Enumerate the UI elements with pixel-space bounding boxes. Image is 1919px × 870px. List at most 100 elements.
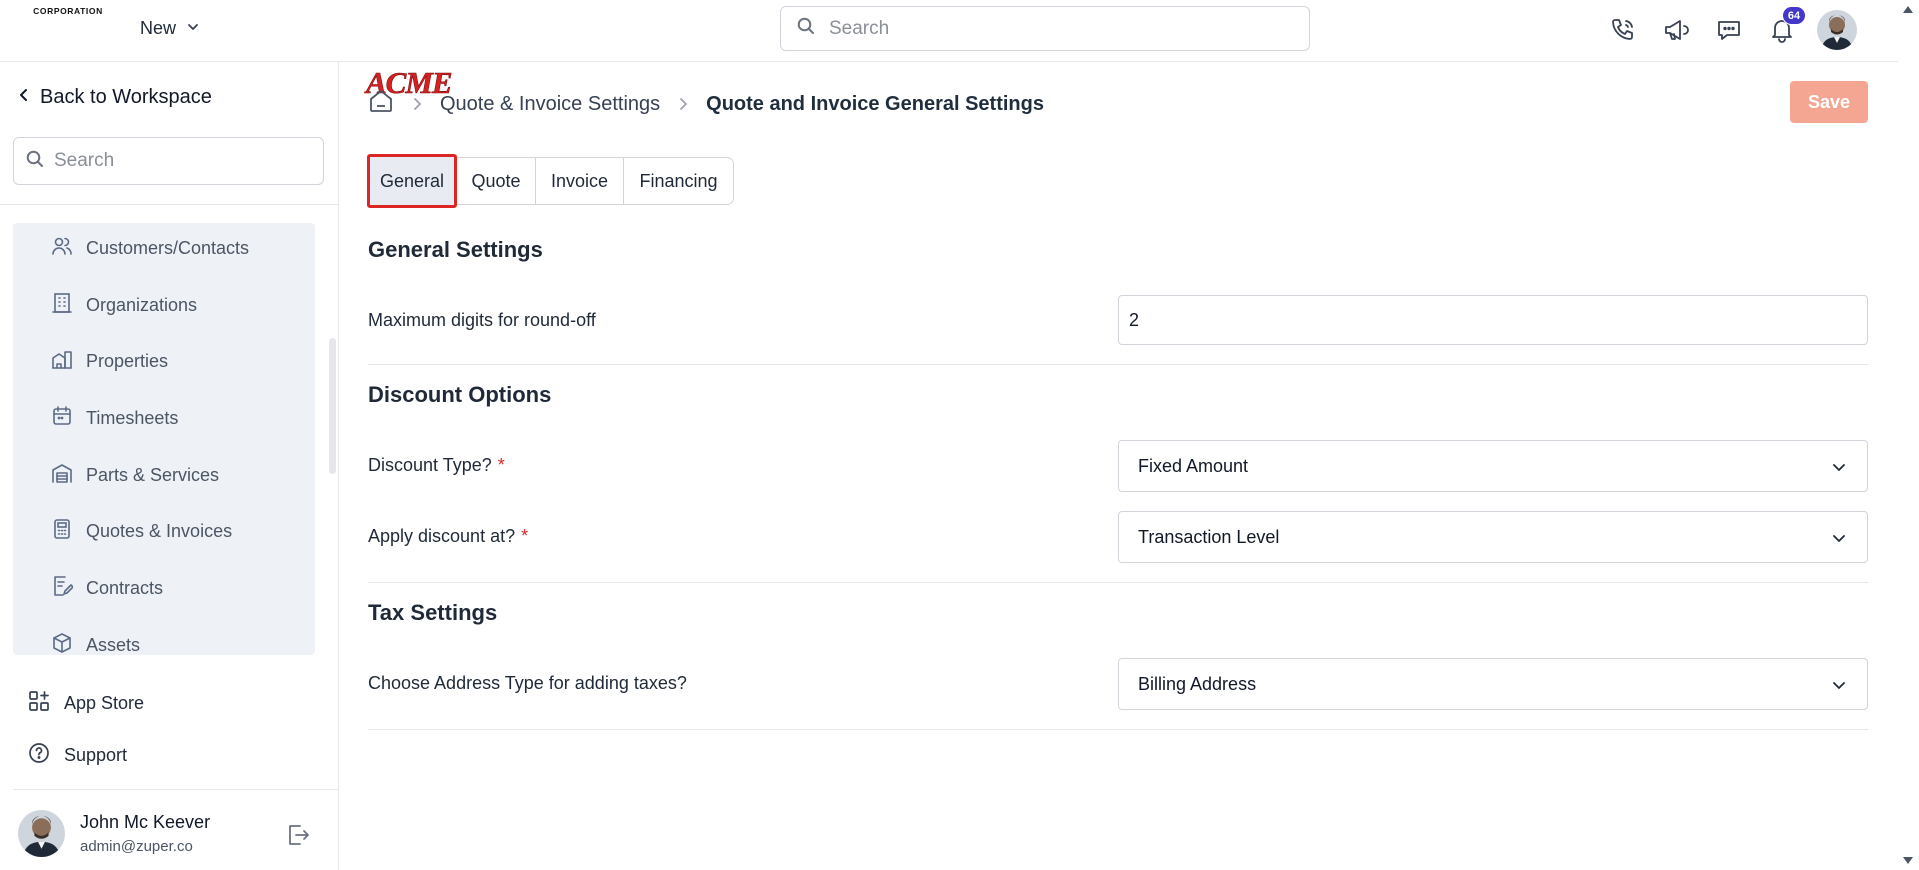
apply-discount-select[interactable]: Transaction Level [1118, 511, 1868, 563]
settings-tabs: General Quote Invoice Financing [367, 154, 734, 208]
sidebar-item-label: Timesheets [86, 408, 179, 428]
sidebar-bottom-divider [13, 789, 339, 790]
header-actions: 64 [1605, 6, 1857, 50]
general-settings-heading: General Settings [368, 237, 543, 262]
sidebar-search-input[interactable] [54, 150, 304, 172]
sidebar-item-organizations[interactable]: Organizations [51, 292, 197, 319]
property-icon [51, 348, 73, 375]
tax-address-label: Choose Address Type for adding taxes? [368, 673, 687, 693]
sidebar-item-customers-contacts[interactable]: Customers/Contacts [51, 235, 249, 262]
top-bar: ACME CORPORATION New 64 [0, 0, 1898, 98]
sidebar-item-label: Organizations [86, 295, 198, 315]
tab-quote[interactable]: Quote [457, 158, 536, 204]
sidebar-item-label: Contracts [86, 578, 164, 598]
discount-type-select[interactable]: Fixed Amount [1118, 440, 1868, 492]
tab-invoice[interactable]: Invoice [536, 158, 624, 204]
box-icon [51, 632, 73, 655]
calculator-icon [51, 518, 73, 545]
user-avatar[interactable] [1817, 10, 1857, 50]
chat-icon[interactable] [1711, 12, 1747, 48]
help-icon [28, 742, 50, 769]
bell-icon[interactable]: 64 [1764, 6, 1806, 48]
warehouse-icon [51, 462, 73, 489]
sidebar-nav: Customers/Contacts Organizations Propert… [13, 223, 315, 655]
required-asterisk: * [497, 455, 505, 475]
back-label: Back to Workspace [40, 86, 212, 108]
sidebar-item-app-store[interactable]: App Store [28, 690, 144, 717]
discount-type-label-text: Discount Type? [368, 455, 492, 475]
user-name: John Mc Keever [80, 812, 211, 832]
new-menu-label: New [140, 18, 177, 38]
sidebar-item-contracts[interactable]: Contracts [51, 575, 163, 602]
sidebar-item-label: Parts & Services [86, 465, 220, 485]
round-off-input[interactable] [1118, 295, 1868, 345]
page-title: Quote and Invoice General Settings [706, 92, 1044, 115]
section-divider [368, 729, 1868, 730]
sidebar-item-label: Customers/Contacts [86, 238, 250, 258]
apply-discount-label: Apply discount at? * [368, 526, 528, 547]
users-icon [51, 235, 73, 262]
global-search-input[interactable] [829, 17, 1289, 40]
chevron-left-icon [18, 86, 30, 109]
tax-address-select[interactable]: Billing Address [1118, 658, 1868, 710]
chevron-down-icon [1831, 530, 1847, 551]
user-email: admin@zuper.co [80, 838, 193, 855]
search-icon [26, 150, 44, 173]
sidebar-item-properties[interactable]: Properties [51, 348, 168, 375]
chevron-down-icon [1831, 459, 1847, 480]
apply-discount-value: Transaction Level [1138, 526, 1280, 547]
search-icon [797, 17, 815, 40]
sidebar-search[interactable] [13, 137, 324, 185]
breadcrumb: Quote & Invoice Settings Quote and Invoi… [368, 88, 1044, 120]
section-divider [368, 582, 1868, 583]
section-divider [368, 364, 1868, 365]
global-search[interactable] [780, 6, 1310, 51]
chevron-right-icon [678, 97, 688, 111]
sidebar-item-timesheets[interactable]: Timesheets [51, 405, 178, 432]
discount-type-value: Fixed Amount [1138, 455, 1249, 476]
page-scrollbar[interactable] [1898, 0, 1919, 870]
contract-icon [51, 575, 74, 602]
tax-settings-heading: Tax Settings [368, 600, 498, 625]
building-icon [51, 292, 73, 319]
discount-options-heading: Discount Options [368, 382, 552, 407]
sidebar-item-quotes-invoices[interactable]: Quotes & Invoices [51, 518, 232, 545]
round-off-label: Maximum digits for round-off [368, 310, 596, 330]
tab-financing[interactable]: Financing [624, 158, 733, 204]
sidebar: Back to Workspace Customers/Contacts Org… [0, 62, 339, 870]
logo-subtext: CORPORATION [33, 6, 103, 16]
acme-logo[interactable]: ACME CORPORATION [26, 6, 453, 98]
sidebar-scrollbar[interactable] [329, 338, 336, 474]
main-content: Quote & Invoice Settings Quote and Invoi… [340, 62, 1898, 870]
chevron-down-icon [1831, 677, 1847, 698]
discount-type-label: Discount Type? * [368, 455, 505, 476]
phone-icon[interactable] [1605, 12, 1641, 48]
sidebar-item-parts-services[interactable]: Parts & Services [51, 462, 219, 489]
notification-badge: 64 [1782, 6, 1806, 25]
sidebar-item-label: Assets [86, 635, 141, 655]
user-avatar [18, 810, 65, 857]
sidebar-item-label: Quotes & Invoices [86, 521, 233, 541]
user-profile[interactable]: John Mc Keever admin@zuper.co [18, 810, 210, 857]
back-to-workspace-link[interactable]: Back to Workspace [18, 86, 212, 109]
apply-discount-label-text: Apply discount at? [368, 526, 516, 546]
calendar-icon [51, 405, 73, 432]
chevron-down-icon [186, 18, 200, 39]
home-icon[interactable] [368, 88, 394, 120]
required-asterisk: * [521, 526, 529, 546]
breadcrumb-parent-link[interactable]: Quote & Invoice Settings [440, 93, 660, 116]
sidebar-item-support[interactable]: Support [28, 742, 127, 769]
sidebar-divider [0, 204, 339, 205]
support-label: Support [64, 745, 128, 765]
tax-address-value: Billing Address [1138, 673, 1257, 694]
apps-icon [28, 690, 50, 717]
save-button[interactable]: Save [1790, 81, 1868, 123]
sidebar-item-assets[interactable]: Assets [51, 632, 140, 655]
app-store-label: App Store [64, 693, 145, 713]
tab-general[interactable]: General [367, 154, 457, 208]
logout-icon[interactable] [285, 822, 311, 853]
megaphone-icon[interactable] [1658, 12, 1694, 48]
new-menu-button[interactable]: New [140, 18, 200, 39]
chevron-right-icon [412, 97, 422, 111]
sidebar-item-label: Properties [86, 351, 169, 371]
